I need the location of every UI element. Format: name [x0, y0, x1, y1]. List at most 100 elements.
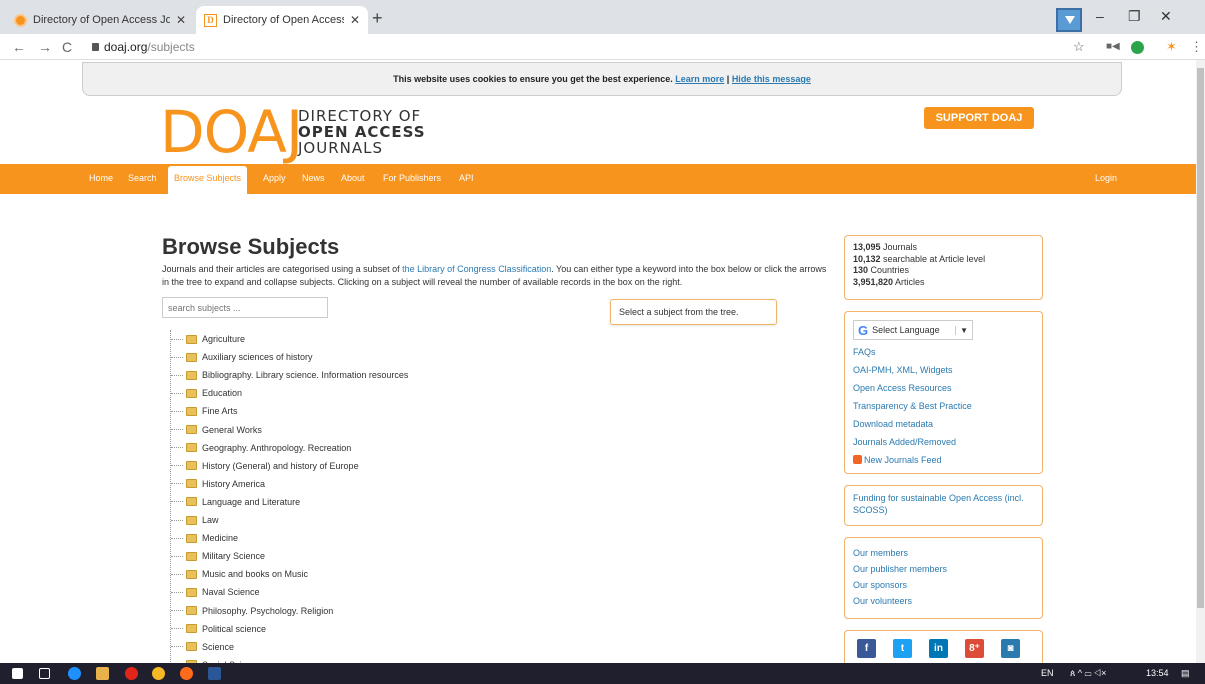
clock-time[interactable]: 13:54 [1146, 668, 1169, 678]
folder-icon [186, 551, 197, 561]
tree-item-label: Education [202, 388, 243, 399]
sidebar-link[interactable]: Download metadata [853, 419, 1034, 430]
dropdown-arrow-icon: ▼ [955, 325, 968, 335]
menu-kebab-icon[interactable]: ⋮ [1190, 39, 1203, 55]
logo-line-3: JOURNALS [298, 139, 383, 157]
stat-row: 10,132 searchable at Article level [853, 254, 1034, 266]
page-scrollbar[interactable] [1196, 60, 1205, 663]
select-language-button[interactable]: G Select Language ▼ [853, 320, 973, 340]
url-field[interactable]: doaj.org/subjects [104, 40, 195, 54]
input-language-indicator[interactable]: EN [1041, 668, 1054, 678]
extension-green-icon[interactable] [1131, 41, 1144, 54]
reload-icon[interactable]: C [62, 39, 72, 55]
tree-item[interactable]: Naval Science [171, 583, 260, 601]
bookmark-star-icon[interactable]: ☆ [1073, 39, 1085, 55]
new-tab-button[interactable]: + [372, 8, 383, 29]
member-link[interactable]: Our members [853, 548, 1034, 559]
new-journals-feed-link[interactable]: New Journals Feed [853, 455, 1034, 466]
tree-item[interactable]: Geography. Anthropology. Recreation [171, 439, 351, 457]
restore-button[interactable]: ❐ [1128, 8, 1141, 25]
folder-icon [186, 497, 197, 507]
tree-item[interactable]: Medicine [171, 529, 238, 547]
folder-icon [186, 515, 197, 525]
minimize-button[interactable]: – [1096, 8, 1104, 24]
word-icon[interactable] [208, 667, 221, 680]
browser-tab-2-active[interactable]: D Directory of Open Access Journa ✕ [196, 6, 368, 34]
tree-item[interactable]: Fine Arts [171, 402, 238, 420]
file-explorer-icon[interactable] [96, 667, 109, 680]
search-subjects-input[interactable] [162, 297, 328, 318]
tree-item[interactable]: Political science [171, 620, 266, 638]
tree-item[interactable]: History (General) and history of Europe [171, 457, 359, 475]
google-plus-icon[interactable]: 8⁺ [965, 639, 984, 658]
opera-icon[interactable] [125, 667, 138, 680]
chrome-icon[interactable] [152, 667, 165, 680]
tree-item[interactable]: Language and Literature [171, 493, 300, 511]
tree-item[interactable]: Military Science [171, 547, 265, 565]
sidebar-link[interactable]: OAI-PMH, XML, Widgets [853, 365, 1034, 376]
member-link[interactable]: Our volunteers [853, 596, 1034, 607]
tree-item-label: Law [202, 515, 219, 525]
tree-item[interactable]: Music and books on Music [171, 565, 308, 583]
tree-item[interactable]: Science [171, 638, 234, 656]
nav-for-publishers[interactable]: For Publishers [383, 173, 441, 183]
nav-api[interactable]: API [459, 173, 474, 183]
nav-home[interactable]: Home [89, 173, 113, 183]
loc-classification-link[interactable]: the Library of Congress Classification [402, 264, 551, 274]
browser-tab-1[interactable]: Directory of Open Access Journa ✕ [6, 6, 194, 34]
tree-item[interactable]: History America [171, 475, 265, 493]
nav-about[interactable]: About [341, 173, 365, 183]
forward-icon[interactable]: → [38, 39, 52, 55]
tree-item[interactable]: Education [171, 384, 242, 402]
instagram-icon[interactable]: ◙ [1001, 639, 1020, 658]
sidebar-link[interactable]: Open Access Resources [853, 383, 1034, 394]
twitter-icon[interactable]: t [893, 639, 912, 658]
doaj-logo-text[interactable]: DIRECTORY OF OPEN ACCESS JOURNALS [298, 108, 426, 156]
facebook-icon[interactable]: f [857, 639, 876, 658]
member-link[interactable]: Our sponsors [853, 580, 1034, 591]
logo-line-2: OPEN ACCESS [298, 123, 426, 141]
nav-browse-subjects[interactable]: Browse Subjects [168, 166, 248, 194]
nav-apply[interactable]: Apply [263, 173, 286, 183]
tree-connector [171, 392, 183, 394]
task-view-icon[interactable] [39, 668, 50, 679]
close-window-button[interactable]: ✕ [1160, 8, 1172, 25]
tree-item[interactable]: Bibliography. Library science. Informati… [171, 366, 408, 384]
folder-icon [186, 370, 197, 380]
notifications-icon[interactable]: ▤ [1181, 668, 1190, 679]
tree-item-label: Science [202, 641, 235, 652]
tree-item[interactable]: Philosophy. Psychology. Religion [171, 602, 333, 620]
tree-item[interactable]: Law [171, 511, 219, 529]
nav-search[interactable]: Search [128, 173, 157, 183]
close-tab-icon[interactable]: ✕ [350, 13, 360, 27]
camera-icon[interactable]: ■◀ [1106, 41, 1120, 52]
learn-more-link[interactable]: Learn more [675, 74, 724, 84]
hide-message-link[interactable]: Hide this message [732, 74, 811, 84]
edge-icon[interactable] [68, 667, 81, 680]
system-tray-icons[interactable]: ጰ ^ ▭ ◁× [1070, 668, 1106, 679]
scrollbar-thumb[interactable] [1197, 68, 1204, 608]
sidebar-link[interactable]: Transparency & Best Practice [853, 401, 1034, 412]
close-tab-icon[interactable]: ✕ [176, 13, 186, 27]
member-link[interactable]: Our publisher members [853, 564, 1034, 575]
nav-news[interactable]: News [302, 173, 325, 183]
funding-link[interactable]: Funding for sustainable Open Access (inc… [853, 492, 1034, 516]
back-icon[interactable]: ← [12, 39, 26, 55]
windows-start-icon[interactable] [12, 668, 23, 679]
stat-row: 3,951,820 Articles [853, 277, 1034, 289]
tree-item-label: Medicine [202, 533, 239, 544]
login-link[interactable]: Login [1095, 173, 1117, 183]
folder-icon [186, 606, 197, 615]
sidebar-link[interactable]: Journals Added/Removed [853, 437, 1034, 448]
extension-puzzle-icon[interactable]: ✶ [1166, 39, 1177, 55]
firefox-icon[interactable] [180, 667, 193, 680]
tree-item[interactable]: Auxiliary sciences of history [171, 348, 313, 366]
doaj-logo-mark[interactable]: DOAJ [160, 102, 303, 162]
tree-item[interactable]: Agriculture [171, 330, 245, 348]
funding-panel: Funding for sustainable Open Access (inc… [844, 485, 1043, 526]
tree-item[interactable]: General Works [171, 421, 262, 439]
sidebar-link[interactable]: FAQs [853, 347, 1034, 358]
linkedin-icon[interactable]: in [929, 639, 948, 658]
support-doaj-button[interactable]: SUPPORT DOAJ [924, 107, 1034, 129]
download-extension-icon[interactable] [1056, 8, 1082, 32]
